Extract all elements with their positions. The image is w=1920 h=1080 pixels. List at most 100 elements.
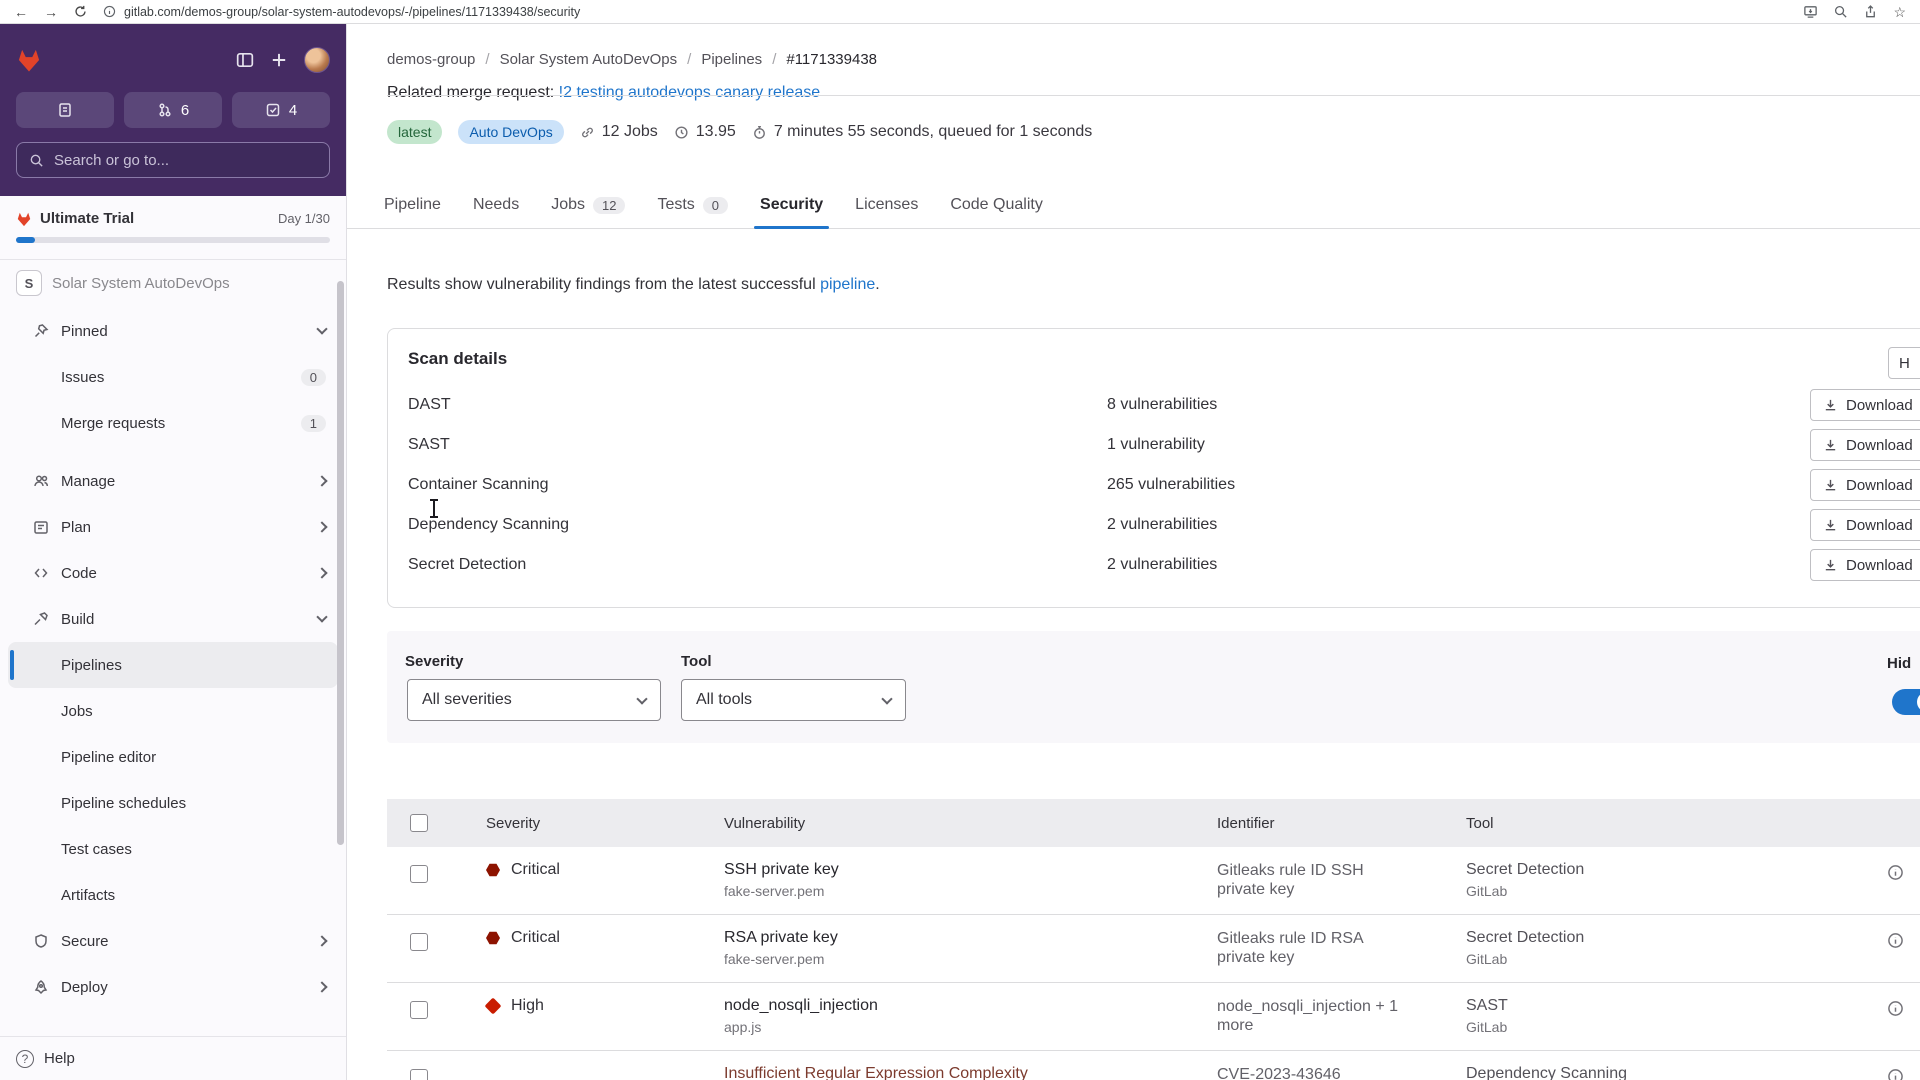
help-button[interactable]: ? Help [0, 1036, 346, 1080]
browser-reload-icon[interactable] [74, 5, 87, 18]
sidebar-item-merge-requests[interactable]: Merge requests 1 [8, 400, 338, 446]
vulnerability-title[interactable]: node_nosqli_injection [724, 997, 1194, 1015]
sidebar-item-secure[interactable]: Secure [8, 918, 338, 964]
vulnerability-title[interactable]: RSA private key [724, 929, 1194, 947]
nav-label: Build [61, 610, 95, 628]
vulnerability-table: Severity Vulnerability Identifier Tool C… [387, 799, 1920, 1080]
related-mr-link[interactable]: !2 testing autodevops canary release [559, 84, 821, 101]
row-checkbox[interactable] [410, 865, 428, 883]
row-checkbox[interactable] [410, 1069, 428, 1080]
table-header: Severity Vulnerability Identifier Tool [387, 799, 1920, 847]
identifier-text: CVE-2023-43646 [1217, 1066, 1341, 1080]
tool-name: Secret Detection [1466, 929, 1585, 946]
tab-pipeline[interactable]: Pipeline [368, 182, 457, 228]
sidebar-section-pinned[interactable]: Pinned [8, 308, 338, 354]
pipeline-link[interactable]: pipeline [820, 276, 875, 293]
results-note-text: Results show vulnerability findings from… [387, 276, 821, 293]
hide-dismissed-toggle[interactable] [1892, 689, 1920, 715]
vulnerability-filters: Severity All severities Tool All tools H… [387, 631, 1920, 743]
download-sast-button[interactable]: Download [1810, 429, 1920, 461]
vuln-row[interactable]: Critical RSA private key fake-server.pem… [387, 915, 1920, 983]
identifier-text: Gitleaks rule ID SSH private key [1217, 862, 1364, 899]
info-icon[interactable] [1887, 932, 1904, 949]
download-container-scanning-button[interactable]: Download [1810, 469, 1920, 501]
sidebar-item-plan[interactable]: Plan [8, 504, 338, 550]
breadcrumb-pipeline-id: #1171339438 [786, 50, 878, 68]
vuln-row[interactable]: Insufficient Regular Expression Complexi… [387, 1051, 1920, 1080]
url-text[interactable]: gitlab.com/demos-group/solar-system-auto… [124, 5, 580, 19]
row-checkbox[interactable] [410, 1001, 428, 1019]
download-dast-button[interactable]: Download [1810, 389, 1920, 421]
tab-code-quality[interactable]: Code Quality [934, 182, 1059, 228]
user-avatar[interactable] [304, 47, 330, 73]
jobs-count[interactable]: 12 Jobs [602, 123, 658, 141]
download-dependency-scanning-button[interactable]: Download [1810, 509, 1920, 541]
severity-high-icon [484, 997, 502, 1015]
info-icon[interactable] [1887, 864, 1904, 881]
row-checkbox[interactable] [410, 933, 428, 951]
sidebar-item-test-cases[interactable]: Test cases [8, 826, 338, 872]
scan-name: Container Scanning [408, 476, 549, 493]
vulnerability-title[interactable]: SSH private key [724, 861, 1194, 879]
download-icon [1825, 439, 1836, 450]
sidebar-item-deploy[interactable]: Deploy [8, 964, 338, 1010]
tab-security[interactable]: Security [744, 182, 839, 229]
vuln-row[interactable]: High node_nosqli_injection app.js node_n… [387, 983, 1920, 1051]
site-info-icon[interactable] [103, 5, 116, 18]
browser-forward-icon[interactable]: → [44, 5, 58, 19]
info-icon[interactable] [1887, 1068, 1904, 1080]
sidebar-header: 6 4 Search or go to... [0, 24, 346, 196]
nav-label: Jobs [61, 702, 93, 720]
browser-back-icon[interactable]: ← [14, 5, 28, 19]
bookmark-star-icon[interactable]: ☆ [1893, 5, 1906, 19]
breadcrumb-project[interactable]: Solar System AutoDevOps [500, 51, 678, 68]
sidebar-item-pipelines[interactable]: Pipelines [8, 642, 338, 688]
project-context-item[interactable]: S Solar System AutoDevOps [0, 260, 346, 306]
tab-needs[interactable]: Needs [457, 182, 535, 228]
trial-widget[interactable]: Ultimate Trial Day 1/30 [0, 196, 346, 260]
vulnerability-title[interactable]: Insufficient Regular Expression Complexi… [724, 1065, 1194, 1080]
search-input[interactable]: Search or go to... [16, 142, 330, 178]
merge-requests-shortcut-button[interactable]: 6 [124, 92, 222, 128]
gitlab-logo-icon[interactable] [16, 47, 42, 73]
info-icon[interactable] [1887, 1000, 1904, 1017]
scan-name: Dependency Scanning [408, 516, 570, 533]
sidebar-item-code[interactable]: Code [8, 550, 338, 596]
select-all-checkbox[interactable] [410, 814, 428, 832]
install-icon[interactable] [1803, 4, 1818, 19]
plan-icon [33, 519, 49, 535]
issues-shortcut-button[interactable] [16, 92, 114, 128]
zoom-icon[interactable] [1833, 4, 1848, 19]
share-icon[interactable] [1863, 4, 1878, 19]
sidebar-item-jobs[interactable]: Jobs [8, 688, 338, 734]
severity-filter-dropdown[interactable]: All severities [407, 679, 661, 721]
todo-shortcut-button[interactable]: 4 [232, 92, 330, 128]
related-mr-line: Related merge request: !2 testing autode… [387, 84, 820, 102]
sidebar-item-issues[interactable]: Issues 0 [8, 354, 338, 400]
create-new-icon[interactable] [270, 51, 288, 69]
sidebar-item-pipeline-schedules[interactable]: Pipeline schedules [8, 780, 338, 826]
breadcrumb-pipelines[interactable]: Pipelines [701, 51, 762, 68]
tab-jobs[interactable]: Jobs 12 [535, 182, 641, 228]
sidebar-item-manage[interactable]: Manage [8, 458, 338, 504]
sidebar-item-artifacts[interactable]: Artifacts [8, 872, 338, 918]
pipeline-meta-row: latest Auto DevOps 12 Jobs 13.95 7 minut… [387, 120, 1092, 144]
url-bar[interactable]: gitlab.com/demos-group/solar-system-auto… [103, 5, 1787, 19]
sidebar-section-build[interactable]: Build [8, 596, 338, 642]
vuln-row[interactable]: Critical SSH private key fake-server.pem… [387, 847, 1920, 915]
breadcrumb-group[interactable]: demos-group [387, 51, 475, 68]
tab-tests[interactable]: Tests 0 [641, 182, 744, 228]
tool-filter-dropdown[interactable]: All tools [681, 679, 906, 721]
sidebar-item-pipeline-editor[interactable]: Pipeline editor [8, 734, 338, 780]
trial-day: Day 1/30 [277, 211, 330, 226]
scan-details-action-button[interactable]: H [1888, 347, 1920, 379]
download-secret-detection-button[interactable]: Download [1810, 549, 1920, 581]
autodevops-badge[interactable]: Auto DevOps [458, 120, 564, 144]
results-note: Results show vulnerability findings from… [387, 276, 880, 294]
nav-label: Pinned [61, 322, 108, 340]
sidebar-scrollbar[interactable] [337, 281, 344, 845]
tab-licenses[interactable]: Licenses [839, 182, 934, 228]
sidebar-toggle-icon[interactable] [236, 51, 254, 69]
download-icon [1825, 519, 1836, 530]
todo-check-icon [266, 103, 280, 117]
